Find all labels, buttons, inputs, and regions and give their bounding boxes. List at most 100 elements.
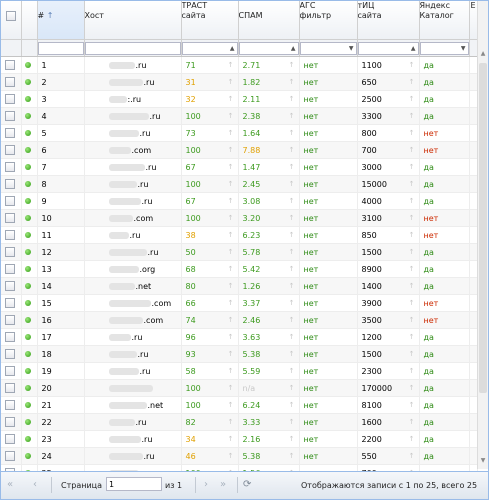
spinner-arrows-icon[interactable]: ▲ bbox=[411, 43, 416, 54]
row-host[interactable]: .ru bbox=[132, 333, 143, 342]
row-host[interactable]: .ru bbox=[146, 163, 157, 172]
row-checkbox[interactable] bbox=[5, 400, 15, 410]
row-host[interactable]: .net bbox=[148, 401, 164, 410]
table-row[interactable]: 18 .ru 93 ↑ 5.38 ↑ нет 1500 ↑ да bbox=[1, 345, 478, 363]
row-host[interactable]: .ru bbox=[140, 367, 151, 376]
host-filter-input[interactable] bbox=[84, 41, 180, 55]
row-checkbox[interactable] bbox=[5, 162, 15, 172]
row-host[interactable]: .org bbox=[140, 265, 156, 274]
row-host[interactable]: .ru bbox=[148, 248, 159, 257]
next-page-icon[interactable]: › bbox=[204, 479, 208, 490]
row-checkbox[interactable] bbox=[5, 383, 15, 393]
row-checkbox[interactable] bbox=[5, 111, 15, 121]
row-host[interactable]: .ru bbox=[138, 350, 149, 359]
tic-filter-input[interactable]: ▲ bbox=[357, 41, 418, 55]
last-page-icon[interactable]: » bbox=[220, 479, 226, 490]
table-row[interactable]: 5 .ru 73 ↑ 1.64 ↑ нет 800 ↑ нет bbox=[1, 124, 478, 142]
row-host[interactable]: :.ru bbox=[128, 95, 142, 104]
table-row[interactable]: 17 .ru 96 ↑ 3.63 ↑ нет 1200 ↑ да bbox=[1, 328, 478, 346]
table-row[interactable]: 19 .ru 58 ↑ 5.59 ↑ нет 2300 ↑ да bbox=[1, 362, 478, 380]
row-checkbox[interactable] bbox=[5, 77, 15, 87]
row-checkbox[interactable] bbox=[5, 315, 15, 325]
ags-column-header[interactable]: АГС фильтр bbox=[299, 1, 358, 40]
scroll-up-icon[interactable]: ▲ bbox=[478, 49, 488, 59]
dropdown-arrow-icon[interactable]: ▼ bbox=[461, 43, 466, 54]
row-host[interactable]: .ru bbox=[144, 78, 155, 87]
row-checkbox[interactable] bbox=[5, 213, 15, 223]
trust-filter-input[interactable]: ▲ bbox=[181, 41, 237, 55]
row-host[interactable]: .ru bbox=[144, 452, 155, 461]
table-row[interactable]: 7 .ru 67 ↑ 1.47 ↑ нет 3000 ↑ да bbox=[1, 158, 478, 176]
table-row[interactable]: 8 .ru 100 ↑ 2.45 ↑ нет 15000 ↑ да bbox=[1, 175, 478, 193]
table-row[interactable]: 3:.ru 32 ↑ 2.11 ↑ нет 2500 ↑ да bbox=[1, 90, 478, 108]
spinner-arrows-icon[interactable]: ▲ bbox=[230, 43, 235, 54]
row-checkbox[interactable] bbox=[5, 434, 15, 444]
table-row[interactable]: 1 .ru 71 ↑ 2.71 ↑ нет 1100 ↑ да bbox=[1, 56, 478, 74]
row-host[interactable]: .ru bbox=[142, 197, 153, 206]
table-row[interactable]: 6 .com 100 ↑ 7.88 ↑ нет 700 ↑ нет bbox=[1, 141, 478, 159]
table-row[interactable]: 23 .ru 34 ↑ 2.16 ↑ нет 2200 ↑ да bbox=[1, 430, 478, 448]
spam-filter-input[interactable]: ▲ bbox=[238, 41, 298, 55]
select-all-checkbox[interactable] bbox=[6, 11, 16, 21]
row-checkbox[interactable] bbox=[5, 230, 15, 240]
first-page-icon[interactable]: « bbox=[7, 479, 13, 490]
row-host[interactable]: .ru bbox=[136, 61, 147, 70]
spinner-arrows-icon[interactable]: ▲ bbox=[291, 43, 296, 54]
row-host[interactable]: .ru bbox=[142, 435, 153, 444]
table-row[interactable]: 13 .org 68 ↑ 5.42 ↑ нет 8900 ↑ да bbox=[1, 260, 478, 278]
row-checkbox[interactable] bbox=[5, 128, 15, 138]
yac-filter-select[interactable]: ▼ bbox=[419, 41, 468, 55]
prev-page-icon[interactable]: ‹ bbox=[33, 479, 37, 490]
select-all-header[interactable] bbox=[1, 1, 22, 40]
row-checkbox[interactable] bbox=[5, 349, 15, 359]
table-row[interactable]: 11 .ru 38 ↑ 6.23 ↑ нет 850 ↑ нет bbox=[1, 226, 478, 244]
extra-column-header[interactable]: Е bbox=[469, 1, 478, 40]
row-host[interactable]: .com bbox=[144, 316, 164, 325]
row-checkbox[interactable] bbox=[5, 366, 15, 376]
row-host[interactable]: .net bbox=[136, 282, 152, 291]
row-checkbox[interactable] bbox=[5, 332, 15, 342]
table-row[interactable]: 20 100 ↑ n/a ↑ нет 170000 ↑ да bbox=[1, 379, 478, 397]
table-row[interactable]: 24 .ru 46 ↑ 5.38 ↑ нет 550 ↑ да bbox=[1, 447, 478, 465]
row-checkbox[interactable] bbox=[5, 145, 15, 155]
row-checkbox[interactable] bbox=[5, 247, 15, 257]
table-row[interactable]: 21 .net 100 ↑ 6.24 ↑ нет 8100 ↑ да bbox=[1, 396, 478, 414]
ags-filter-select[interactable]: ▼ bbox=[299, 41, 356, 55]
refresh-icon[interactable]: ⟳ bbox=[243, 479, 251, 490]
row-checkbox[interactable] bbox=[5, 264, 15, 274]
row-checkbox[interactable] bbox=[5, 417, 15, 427]
table-row[interactable]: 15 .com 66 ↑ 3.37 ↑ нет 3900 ↑ нет bbox=[1, 294, 478, 312]
row-checkbox[interactable] bbox=[5, 298, 15, 308]
table-row[interactable]: 22 .ru 82 ↑ 3.33 ↑ нет 1600 ↑ да bbox=[1, 413, 478, 431]
row-host[interactable]: .ru bbox=[136, 418, 147, 427]
yac-column-header[interactable]: Яндекс Каталог bbox=[419, 1, 470, 40]
page-number-input[interactable] bbox=[106, 477, 162, 491]
table-row[interactable]: 4 .ru 100 ↑ 2.38 ↑ нет 3300 ↑ да bbox=[1, 107, 478, 125]
table-row[interactable]: 12 .ru 50 ↑ 5.78 ↑ нет 1500 ↑ да bbox=[1, 243, 478, 261]
row-host[interactable]: .com bbox=[132, 146, 152, 155]
row-host[interactable]: .com bbox=[152, 299, 172, 308]
row-checkbox[interactable] bbox=[5, 281, 15, 291]
num-filter-input[interactable] bbox=[37, 41, 83, 55]
row-checkbox[interactable] bbox=[5, 94, 15, 104]
trust-column-header[interactable]: ТРАСТ сайта bbox=[181, 1, 239, 40]
scroll-thumb[interactable] bbox=[479, 63, 487, 393]
table-row[interactable]: 2 .ru 31 ↑ 1.82 ↑ нет 650 ↑ да bbox=[1, 73, 478, 91]
dropdown-arrow-icon[interactable]: ▼ bbox=[349, 43, 354, 54]
row-host[interactable]: .ru bbox=[140, 129, 151, 138]
row-checkbox[interactable] bbox=[5, 179, 15, 189]
scroll-down-icon[interactable]: ▼ bbox=[478, 456, 488, 466]
table-row[interactable]: 10 .com 100 ↑ 3.20 ↑ нет 3100 ↑ нет bbox=[1, 209, 478, 227]
num-column-header[interactable]: # ↑ bbox=[37, 1, 85, 40]
row-host[interactable]: .ru bbox=[138, 180, 149, 189]
table-row[interactable]: 9 .ru 67 ↑ 3.08 ↑ нет 4000 ↑ да bbox=[1, 192, 478, 210]
row-checkbox[interactable] bbox=[5, 196, 15, 206]
table-row[interactable]: 14 .net 80 ↑ 1.26 ↑ нет 1400 ↑ да bbox=[1, 277, 478, 295]
row-host[interactable]: .com bbox=[134, 214, 154, 223]
row-checkbox[interactable] bbox=[5, 451, 15, 461]
row-host[interactable]: .ru bbox=[130, 231, 141, 240]
row-host[interactable]: .ru bbox=[150, 112, 161, 121]
row-checkbox[interactable] bbox=[5, 60, 15, 70]
vertical-scrollbar[interactable]: ▲ ▼ bbox=[477, 1, 488, 469]
tic-column-header[interactable]: тИЦ сайта bbox=[357, 1, 420, 40]
